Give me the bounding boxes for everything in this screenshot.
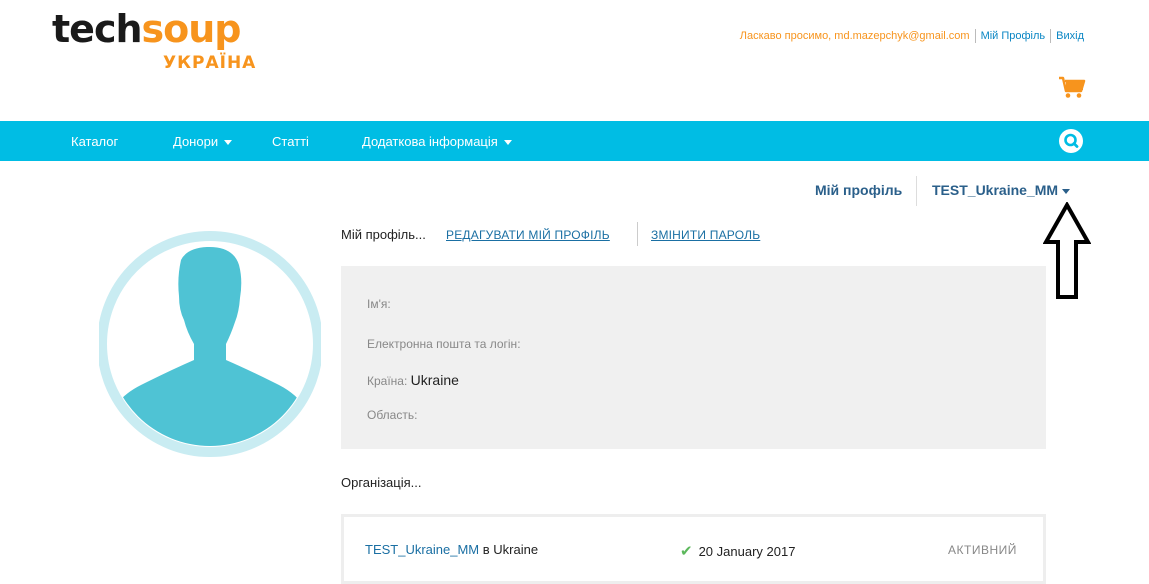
region-label: Область: xyxy=(367,408,418,422)
nav-item-donors[interactable]: Донори xyxy=(173,134,233,149)
nav-label: Каталог xyxy=(71,134,119,149)
change-password-link[interactable]: ЗМІНИТИ ПАРОЛЬ xyxy=(651,228,760,242)
profile-header-link[interactable]: Мій профіль xyxy=(815,182,902,198)
organization-date-value: 20 January 2017 xyxy=(698,544,796,559)
country-value: Ukraine xyxy=(410,372,459,388)
status-badge: АКТИВНИЙ xyxy=(948,543,1017,557)
logo-text-tech: tech xyxy=(52,7,143,51)
username-label: TEST_Ukraine_MM xyxy=(932,182,1059,198)
top-links: Ласкаво просимо, md.mazepchyk@gmail.com … xyxy=(740,29,1084,43)
check-icon: ✔ xyxy=(680,543,693,560)
tab-divider xyxy=(637,222,638,246)
logo[interactable]: techsoup xyxy=(52,6,241,52)
logo-subtitle: УКРАЇНА xyxy=(163,53,257,73)
top-link-divider xyxy=(1050,29,1052,43)
nav-label: Додаткова інформація xyxy=(362,134,498,149)
search-icon[interactable] xyxy=(1059,129,1083,153)
name-label: Ім'я: xyxy=(367,297,391,311)
top-link-divider xyxy=(974,29,976,43)
nav-item-articles[interactable]: Статті xyxy=(272,134,309,149)
country-field: Країна: Ukraine xyxy=(367,372,459,388)
chevron-down-icon xyxy=(503,140,512,146)
nav-item-additional-info[interactable]: Додаткова інформація xyxy=(362,134,512,149)
nav-item-catalog[interactable]: Каталог xyxy=(71,134,118,149)
profile-info-box xyxy=(341,266,1046,449)
chevron-down-icon xyxy=(1062,188,1071,194)
user-dropdown[interactable]: TEST_Ukraine_MM xyxy=(932,182,1071,198)
main-nav: Каталог Донори Статті Додаткова інформац… xyxy=(0,121,1149,161)
country-label: Країна: xyxy=(367,374,408,388)
avatar xyxy=(99,231,321,457)
logo-text-soup: soup xyxy=(141,7,242,51)
profile-section-title: Мій профіль... xyxy=(341,227,426,242)
header-divider xyxy=(916,176,917,206)
organization-name-link[interactable]: TEST_Ukraine_MM xyxy=(365,542,479,557)
my-profile-link[interactable]: Мій Профіль xyxy=(981,30,1046,42)
organization-country: в Ukraine xyxy=(482,542,539,557)
welcome-text: Ласкаво просимо, md.mazepchyk@gmail.com xyxy=(739,30,970,42)
nav-label: Статті xyxy=(272,134,309,149)
organization-date: ✔ 20 January 2017 xyxy=(680,542,795,560)
chevron-down-icon xyxy=(224,140,233,146)
organization-section-title: Організація... xyxy=(341,475,422,490)
organization-row: TEST_Ukraine_MM в Ukraine xyxy=(365,542,538,557)
edit-profile-link[interactable]: РЕДАГУВАТИ МІЙ ПРОФІЛЬ xyxy=(446,228,610,242)
arrow-up-icon xyxy=(1043,202,1091,299)
cart-icon[interactable] xyxy=(1058,75,1086,99)
logout-link[interactable]: Вихід xyxy=(1056,30,1084,42)
nav-label: Донори xyxy=(173,134,219,149)
email-label: Електронна пошта та логін: xyxy=(367,337,521,351)
